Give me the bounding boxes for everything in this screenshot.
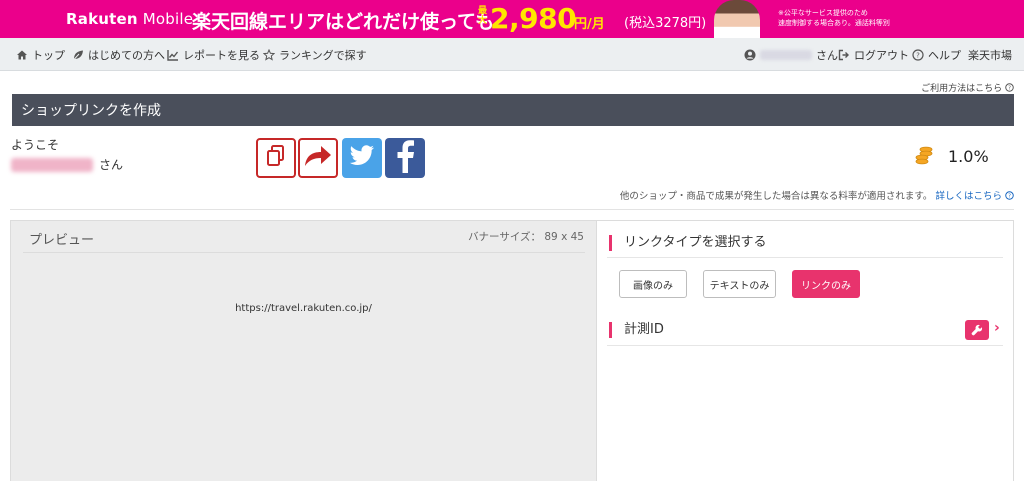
logout-icon	[838, 49, 850, 61]
facebook-share-button[interactable]	[385, 138, 425, 178]
commission-rate: 1.0%	[948, 147, 989, 166]
facebook-icon	[395, 139, 415, 177]
welcome-greeting: ようこそ	[11, 138, 60, 152]
home-icon	[16, 49, 28, 61]
usage-help-link[interactable]: ご利用方法はこちら ?	[921, 81, 1014, 94]
nav-beginner[interactable]: はじめての方へ	[72, 47, 165, 63]
nav-user[interactable]: さん	[744, 47, 838, 63]
banner-note: ※公平なサービス提供のため 速度制御する場合あり。通話料等別	[778, 9, 890, 27]
nav-ranking[interactable]: ランキングで探す	[262, 47, 367, 63]
copy-link-button[interactable]	[256, 138, 296, 178]
svg-text:?: ?	[1008, 193, 1011, 199]
tracking-settings-button[interactable]	[965, 320, 989, 340]
chevron-right-icon[interactable]: ›	[994, 320, 1000, 336]
leaf-icon	[72, 49, 84, 61]
nav-help[interactable]: ? ヘルプ	[912, 47, 961, 63]
nav-top[interactable]: トップ	[16, 47, 65, 63]
promo-banner[interactable]: Rakuten Mobile 楽天回線エリアはどれだけ使っても 最大 2,980…	[0, 0, 1024, 38]
preview-link-url[interactable]: https://travel.rakuten.co.jp/	[11, 303, 596, 314]
help-circle-icon: ?	[1005, 83, 1014, 94]
link-type-link-only[interactable]: リンクのみ	[792, 270, 860, 298]
banner-person-image	[714, 0, 760, 38]
svg-text:?: ?	[1008, 85, 1011, 91]
user-name-blurred	[760, 50, 812, 60]
link-type-divider	[607, 257, 1003, 258]
star-icon	[262, 48, 276, 61]
preview-panel: プレビュー バナーサイズ： 89 x 45 https://travel.rak…	[10, 220, 597, 481]
help-circle-icon[interactable]: ?	[1005, 191, 1014, 202]
share-button[interactable]	[298, 138, 338, 178]
nav-report[interactable]: レポートを見る	[167, 47, 260, 63]
twitter-icon	[349, 145, 375, 171]
tracking-id-divider	[607, 345, 1003, 346]
chart-icon	[167, 49, 179, 61]
wrench-icon	[971, 321, 983, 340]
user-icon	[744, 49, 756, 61]
section-divider	[10, 209, 1014, 210]
welcome-username: さん	[11, 156, 123, 173]
rakuten-mobile-logo: Rakuten Mobile	[66, 10, 194, 28]
help-circle-icon: ?	[912, 49, 924, 61]
copy-icon	[266, 145, 286, 171]
page-title: ショップリンクを作成	[12, 94, 1014, 126]
share-arrow-icon	[303, 144, 333, 172]
banner-unit: 円/月	[574, 17, 605, 32]
link-type-title: リンクタイプを選択する	[609, 235, 766, 251]
coins-icon	[915, 146, 933, 166]
link-settings-panel: リンクタイプを選択する 画像のみ テキストのみ リンクのみ 計測ID ›	[597, 220, 1014, 481]
rate-details-link[interactable]: 詳しくはこちら	[935, 191, 1002, 202]
banner-max-label: 最大	[478, 6, 488, 26]
nav-rakuten-ichiba[interactable]: 楽天市場	[968, 47, 1012, 63]
twitter-share-button[interactable]	[342, 138, 382, 178]
tracking-id-title: 計測ID	[609, 322, 664, 338]
nav-logout[interactable]: ログアウト	[838, 47, 909, 63]
username-blurred	[11, 157, 93, 172]
preview-title: プレビュー	[29, 233, 95, 248]
banner-size-label: バナーサイズ： 89 x 45	[468, 231, 584, 243]
rate-note: 他のショップ・商品で成果が発生した場合は異なる料率が適用されます。 詳しくはこち…	[620, 188, 1014, 202]
preview-divider	[23, 252, 585, 253]
link-type-text-only[interactable]: テキストのみ	[703, 270, 776, 298]
banner-price: 2,980	[490, 2, 577, 35]
top-nav: トップ はじめての方へ レポートを見る ランキングで探す さん ログアウト ?	[0, 38, 1024, 71]
svg-text:?: ?	[916, 52, 920, 60]
banner-tax: (税込3278円)	[624, 16, 707, 31]
link-type-image-only[interactable]: 画像のみ	[619, 270, 687, 298]
banner-headline: 楽天回線エリアはどれだけ使っても	[192, 11, 495, 33]
